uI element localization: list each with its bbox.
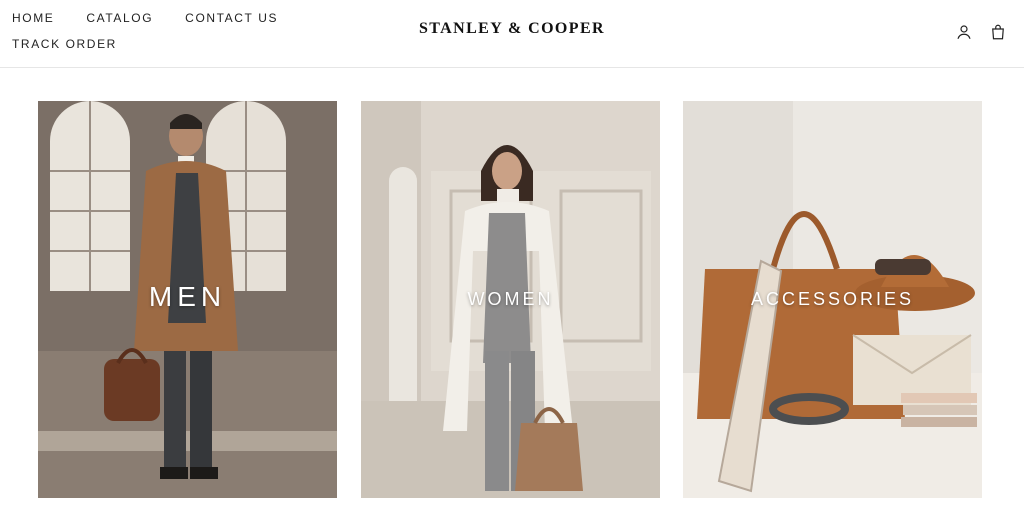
collection-label-women: WOMEN bbox=[467, 289, 554, 309]
nav-track-order-link[interactable]: TRACK ORDER bbox=[12, 37, 117, 51]
collection-label-accessories: ACCESSORIES bbox=[750, 289, 915, 309]
nav-home-link[interactable]: HOME bbox=[12, 11, 54, 25]
nav-contact-link[interactable]: CONTACT US bbox=[185, 11, 278, 25]
user-icon bbox=[957, 25, 971, 39]
site-header: HOME CATALOG CONTACT US TRACK ORDER STAN… bbox=[0, 0, 1024, 68]
shopping-bag-icon bbox=[992, 24, 1004, 40]
brand-logo[interactable]: STANLEY & COOPER bbox=[419, 20, 605, 37]
main-nav: HOME CATALOG CONTACT US TRACK ORDER bbox=[12, 11, 302, 51]
collection-label-men: MEN bbox=[148, 281, 227, 312]
account-button[interactable] bbox=[954, 22, 974, 42]
collection-card-men[interactable]: MEN bbox=[38, 101, 337, 498]
collection-card-accessories[interactable]: ACCESSORIES bbox=[683, 101, 982, 498]
collection-card-women[interactable]: WOMEN bbox=[361, 101, 660, 498]
cart-button[interactable] bbox=[988, 22, 1008, 42]
nav-catalog-link[interactable]: CATALOG bbox=[86, 11, 153, 25]
header-icons bbox=[954, 22, 1008, 42]
